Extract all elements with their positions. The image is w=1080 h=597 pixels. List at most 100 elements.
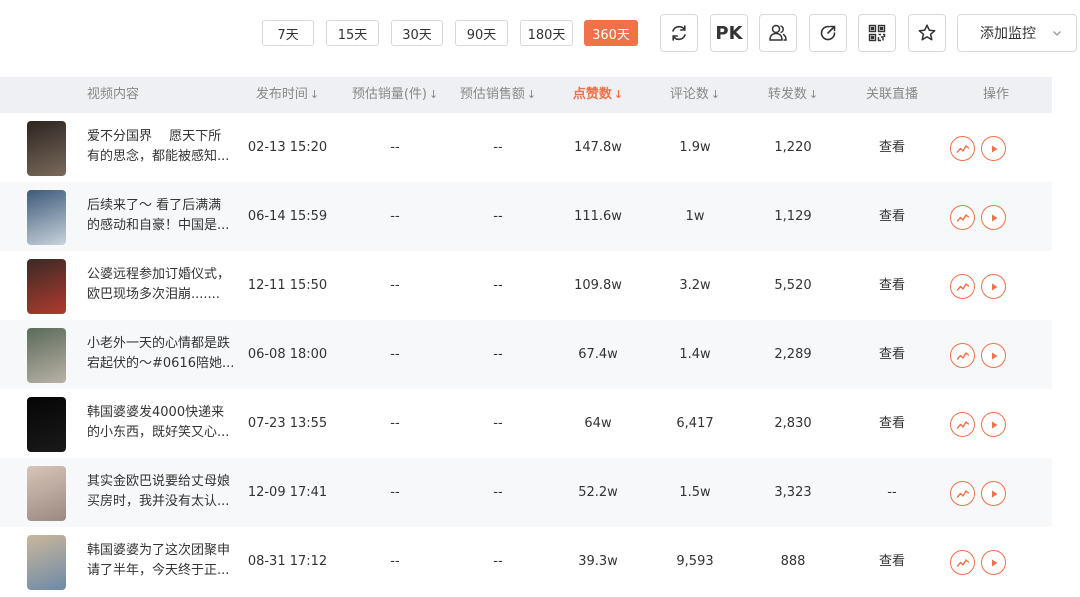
live-link[interactable]: 查看 [850,251,934,320]
trend-chart-button[interactable] [950,343,975,368]
pk-button[interactable]: PK [710,14,748,52]
fans-button[interactable] [759,14,797,52]
likes-value: 111.6w [574,209,622,224]
live-link[interactable]: 查看 [850,389,934,458]
video-title[interactable]: 爱不分国界 愿天下所 有的思念，都能被感知... [87,127,235,167]
play-icon [991,283,997,290]
trend-chart-button[interactable] [950,205,975,230]
video-thumbnail[interactable] [27,259,66,314]
play-video-button[interactable] [981,412,1006,437]
video-title[interactable]: 韩国婆婆为了这次团聚申 请了半年，今天终于正... [87,541,235,581]
trend-icon [956,213,969,222]
est-amount-value: -- [493,347,503,362]
header-shares[interactable]: 转发数 ↓ [748,77,838,113]
est-amount-value: -- [493,485,503,500]
shares-value: 5,520 [774,278,812,293]
trend-chart-button[interactable] [950,550,975,575]
trend-chart-button[interactable] [950,274,975,299]
refresh-icon [672,25,686,41]
live-link[interactable]: -- [850,458,934,527]
sort-arrow-icon: ↓ [428,88,439,101]
video-thumbnail[interactable] [27,190,66,245]
trend-chart-button[interactable] [950,481,975,506]
play-video-button[interactable] [981,205,1006,230]
header-comments[interactable]: 评论数 ↓ [650,77,740,113]
share-icon [820,25,836,41]
trend-chart-button[interactable] [950,412,975,437]
shares-value: 2,289 [774,347,812,362]
add-monitor-dropdown[interactable]: 添加监控 [957,14,1077,52]
likes-value: 39.3w [578,554,618,569]
shares-value: 3,323 [774,485,812,500]
video-title[interactable]: 后续来了～ 看了后满满 的感动和自豪！中国是... [87,196,235,236]
est-amount-value: -- [493,416,503,431]
header-est-sales[interactable]: 预估销量(件) ↓ [345,77,445,113]
video-title[interactable]: 其实金欧巴说要给丈母娘 买房时，我并没有太认... [87,472,235,512]
likes-value: 67.4w [578,347,618,362]
sort-arrow-icon: ↓ [710,88,721,101]
video-thumbnail[interactable] [27,328,66,383]
header-content: 视频内容 [87,87,140,102]
video-title[interactable]: 韩国婆婆发4000快递来 的小东西，既好笑又心... [87,403,235,443]
header-likes[interactable]: 点赞数 ↓ [553,77,643,113]
header-live: 关联直播 [865,87,918,102]
video-thumbnail[interactable] [27,535,66,590]
comments-value: 1.9w [679,140,711,155]
play-video-button[interactable] [981,136,1006,161]
video-thumbnail[interactable] [27,466,66,521]
trend-icon [956,282,969,291]
trend-icon [956,558,969,567]
play-video-button[interactable] [981,274,1006,299]
range-30-days-button[interactable]: 30天 [391,20,443,46]
est-amount-value: -- [493,278,503,293]
est-sales-value: -- [390,416,400,431]
refresh-button[interactable] [660,14,698,52]
range-180-days-button[interactable]: 180天 [520,20,573,46]
play-video-button[interactable] [981,481,1006,506]
row-actions [950,412,1010,438]
est-amount-value: -- [493,140,503,155]
table-row: 其实金欧巴说要给丈母娘 买房时，我并没有太认... 12-09 17:41 -- -- 5… [0,458,1052,527]
sort-arrow-icon: ↓ [309,88,320,101]
qrcode-button[interactable] [858,14,896,52]
play-icon [991,421,997,428]
est-sales-value: -- [390,554,400,569]
play-video-button[interactable] [981,343,1006,368]
est-sales-value: -- [390,485,400,500]
trend-icon [956,489,969,498]
play-icon [991,145,997,152]
trend-icon [956,144,969,153]
play-icon [991,214,997,221]
range-360-days-button[interactable]: 360天 [584,20,638,46]
comments-value: 1.4w [679,347,711,362]
trend-chart-button[interactable] [950,136,975,161]
video-title[interactable]: 小老外一天的心情都是跌 宕起伏的～#0616陪她... [87,334,235,374]
range-15-days-button[interactable]: 15天 [326,20,379,46]
publish-time: 12-09 17:41 [247,485,328,500]
trend-icon [956,351,969,360]
row-actions [950,274,1010,300]
video-thumbnail[interactable] [27,121,66,176]
live-link[interactable]: 查看 [850,113,934,182]
live-link[interactable]: 查看 [850,320,934,389]
video-thumbnail[interactable] [27,397,66,452]
users-icon [769,24,787,41]
range-90-days-button[interactable]: 90天 [455,20,508,46]
shares-value: 1,129 [774,209,812,224]
video-title[interactable]: 公婆远程参加订婚仪式， 欧巴现场多次泪崩....... [87,265,235,305]
header-est-amount[interactable]: 预估销售额 ↓ [448,77,548,113]
live-link[interactable]: 查看 [850,182,934,251]
table-row: 爱不分国界 愿天下所 有的思念，都能被感知... 02-13 15:20 -- -- 14… [0,113,1052,182]
pk-label: PK [715,22,743,44]
range-7-days-button[interactable]: 7天 [262,20,314,46]
play-icon [991,559,997,566]
row-actions [950,136,1010,162]
publish-time: 12-11 15:50 [247,278,328,293]
live-link[interactable]: 查看 [850,527,934,596]
header-time[interactable]: 发布时间 ↓ [240,77,335,113]
header-actions: 操作 [982,87,1009,102]
favorite-button[interactable] [908,14,946,52]
share-button[interactable] [809,14,847,52]
play-video-button[interactable] [981,550,1006,575]
likes-value: 147.8w [574,140,622,155]
